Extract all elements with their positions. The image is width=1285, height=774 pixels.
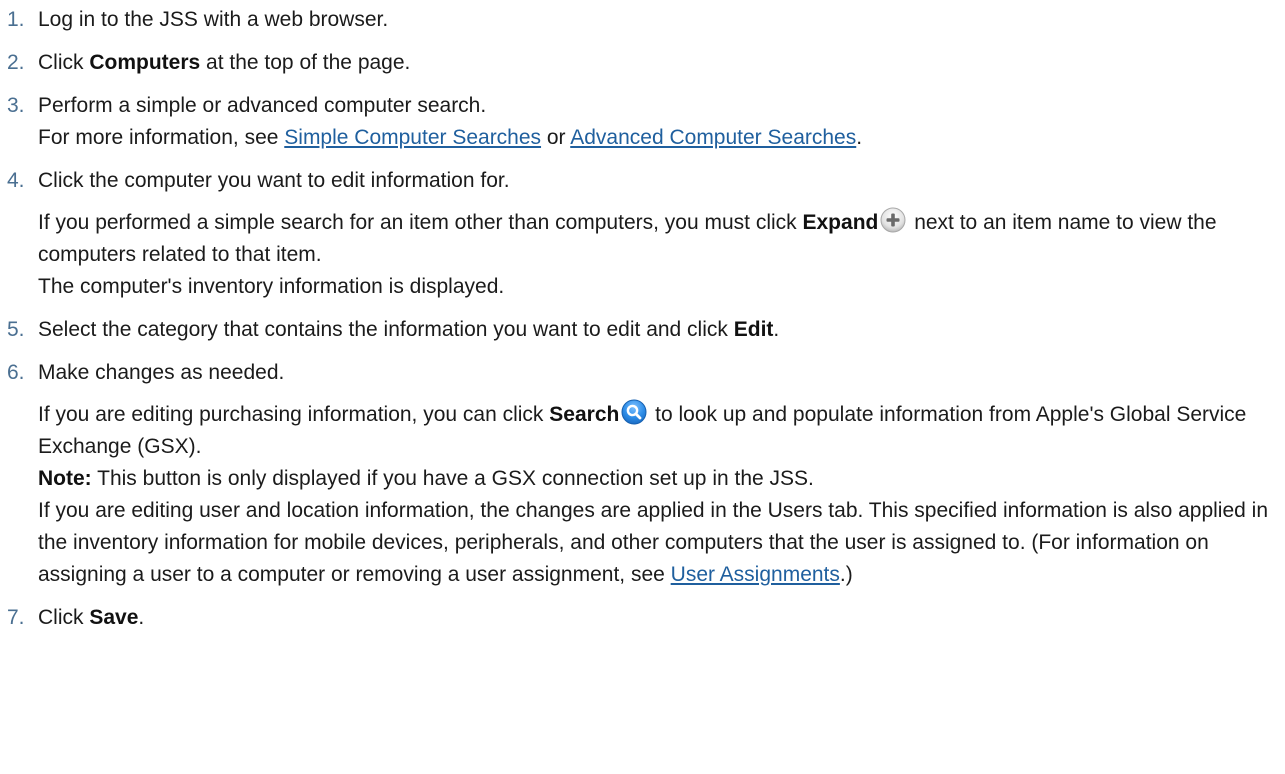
step-number: 7. bbox=[7, 606, 25, 629]
step-number: 6. bbox=[7, 361, 25, 384]
search-label: Search bbox=[549, 403, 620, 426]
step-text: Perform a simple or advanced computer se… bbox=[38, 94, 487, 117]
more-info-mid: or bbox=[541, 126, 571, 149]
step-text-pre: Select the category that contains the in… bbox=[38, 318, 734, 341]
user-location-post: .) bbox=[839, 563, 853, 586]
inventory-displayed-text: The computer's inventory information is … bbox=[38, 275, 505, 298]
more-info-line: For more information, see Simple Compute… bbox=[38, 122, 1285, 154]
step-5: 5. Select the category that contains the… bbox=[0, 314, 1285, 346]
more-info-post: . bbox=[856, 126, 863, 149]
search-magnifier-icon bbox=[621, 399, 647, 425]
simple-computer-searches-link[interactable]: Simple Computer Searches bbox=[284, 126, 541, 149]
step-number: 1. bbox=[7, 8, 25, 31]
note-text: This button is only displayed if you hav… bbox=[91, 467, 814, 490]
search-pre: If you are editing purchasing informatio… bbox=[38, 403, 550, 426]
step-text: Click the computer you want to edit info… bbox=[38, 169, 510, 192]
step-text-pre: Click bbox=[38, 51, 90, 74]
step-number: 5. bbox=[7, 318, 25, 341]
step-4: 4. Click the computer you want to edit i… bbox=[0, 165, 1285, 303]
step-text: Make changes as needed. bbox=[38, 361, 285, 384]
procedure-steps: 1. Log in to the JSS with a web browser.… bbox=[0, 0, 1285, 634]
computers-label: Computers bbox=[89, 51, 201, 74]
expand-label: Expand bbox=[802, 211, 879, 234]
step-text: Log in to the JSS with a web browser. bbox=[38, 8, 389, 31]
step-3: 3. Perform a simple or advanced computer… bbox=[0, 90, 1285, 154]
step-text-post: at the top of the page. bbox=[200, 51, 411, 74]
user-location-pre: If you are editing user and location inf… bbox=[38, 499, 1268, 586]
note-label: Note: bbox=[38, 467, 92, 490]
expand-pre: If you performed a simple search for an … bbox=[38, 211, 803, 234]
step-7: 7. Click Save. bbox=[0, 602, 1285, 634]
step-2: 2. Click Computers at the top of the pag… bbox=[0, 47, 1285, 79]
note-line: Note: This button is only displayed if y… bbox=[38, 463, 1285, 495]
expand-instruction: If you performed a simple search for an … bbox=[38, 207, 1285, 271]
step-text-post: . bbox=[138, 606, 145, 629]
step-number: 3. bbox=[7, 94, 25, 117]
advanced-computer-searches-link[interactable]: Advanced Computer Searches bbox=[570, 126, 856, 149]
step-1: 1. Log in to the JSS with a web browser. bbox=[0, 4, 1285, 36]
step-6: 6. Make changes as needed. If you are ed… bbox=[0, 357, 1285, 591]
edit-label: Edit bbox=[733, 318, 774, 341]
step-number: 4. bbox=[7, 169, 25, 192]
more-info-pre: For more information, see bbox=[38, 126, 285, 149]
expand-plus-icon bbox=[880, 207, 906, 233]
step-text-post: . bbox=[773, 318, 780, 341]
search-instruction: If you are editing purchasing informatio… bbox=[38, 399, 1285, 463]
user-assignments-link[interactable]: User Assignments bbox=[671, 563, 840, 586]
user-location-text: If you are editing user and location inf… bbox=[38, 495, 1285, 591]
step-number: 2. bbox=[7, 51, 25, 74]
step-text-pre: Click bbox=[38, 606, 90, 629]
save-label: Save bbox=[89, 606, 139, 629]
